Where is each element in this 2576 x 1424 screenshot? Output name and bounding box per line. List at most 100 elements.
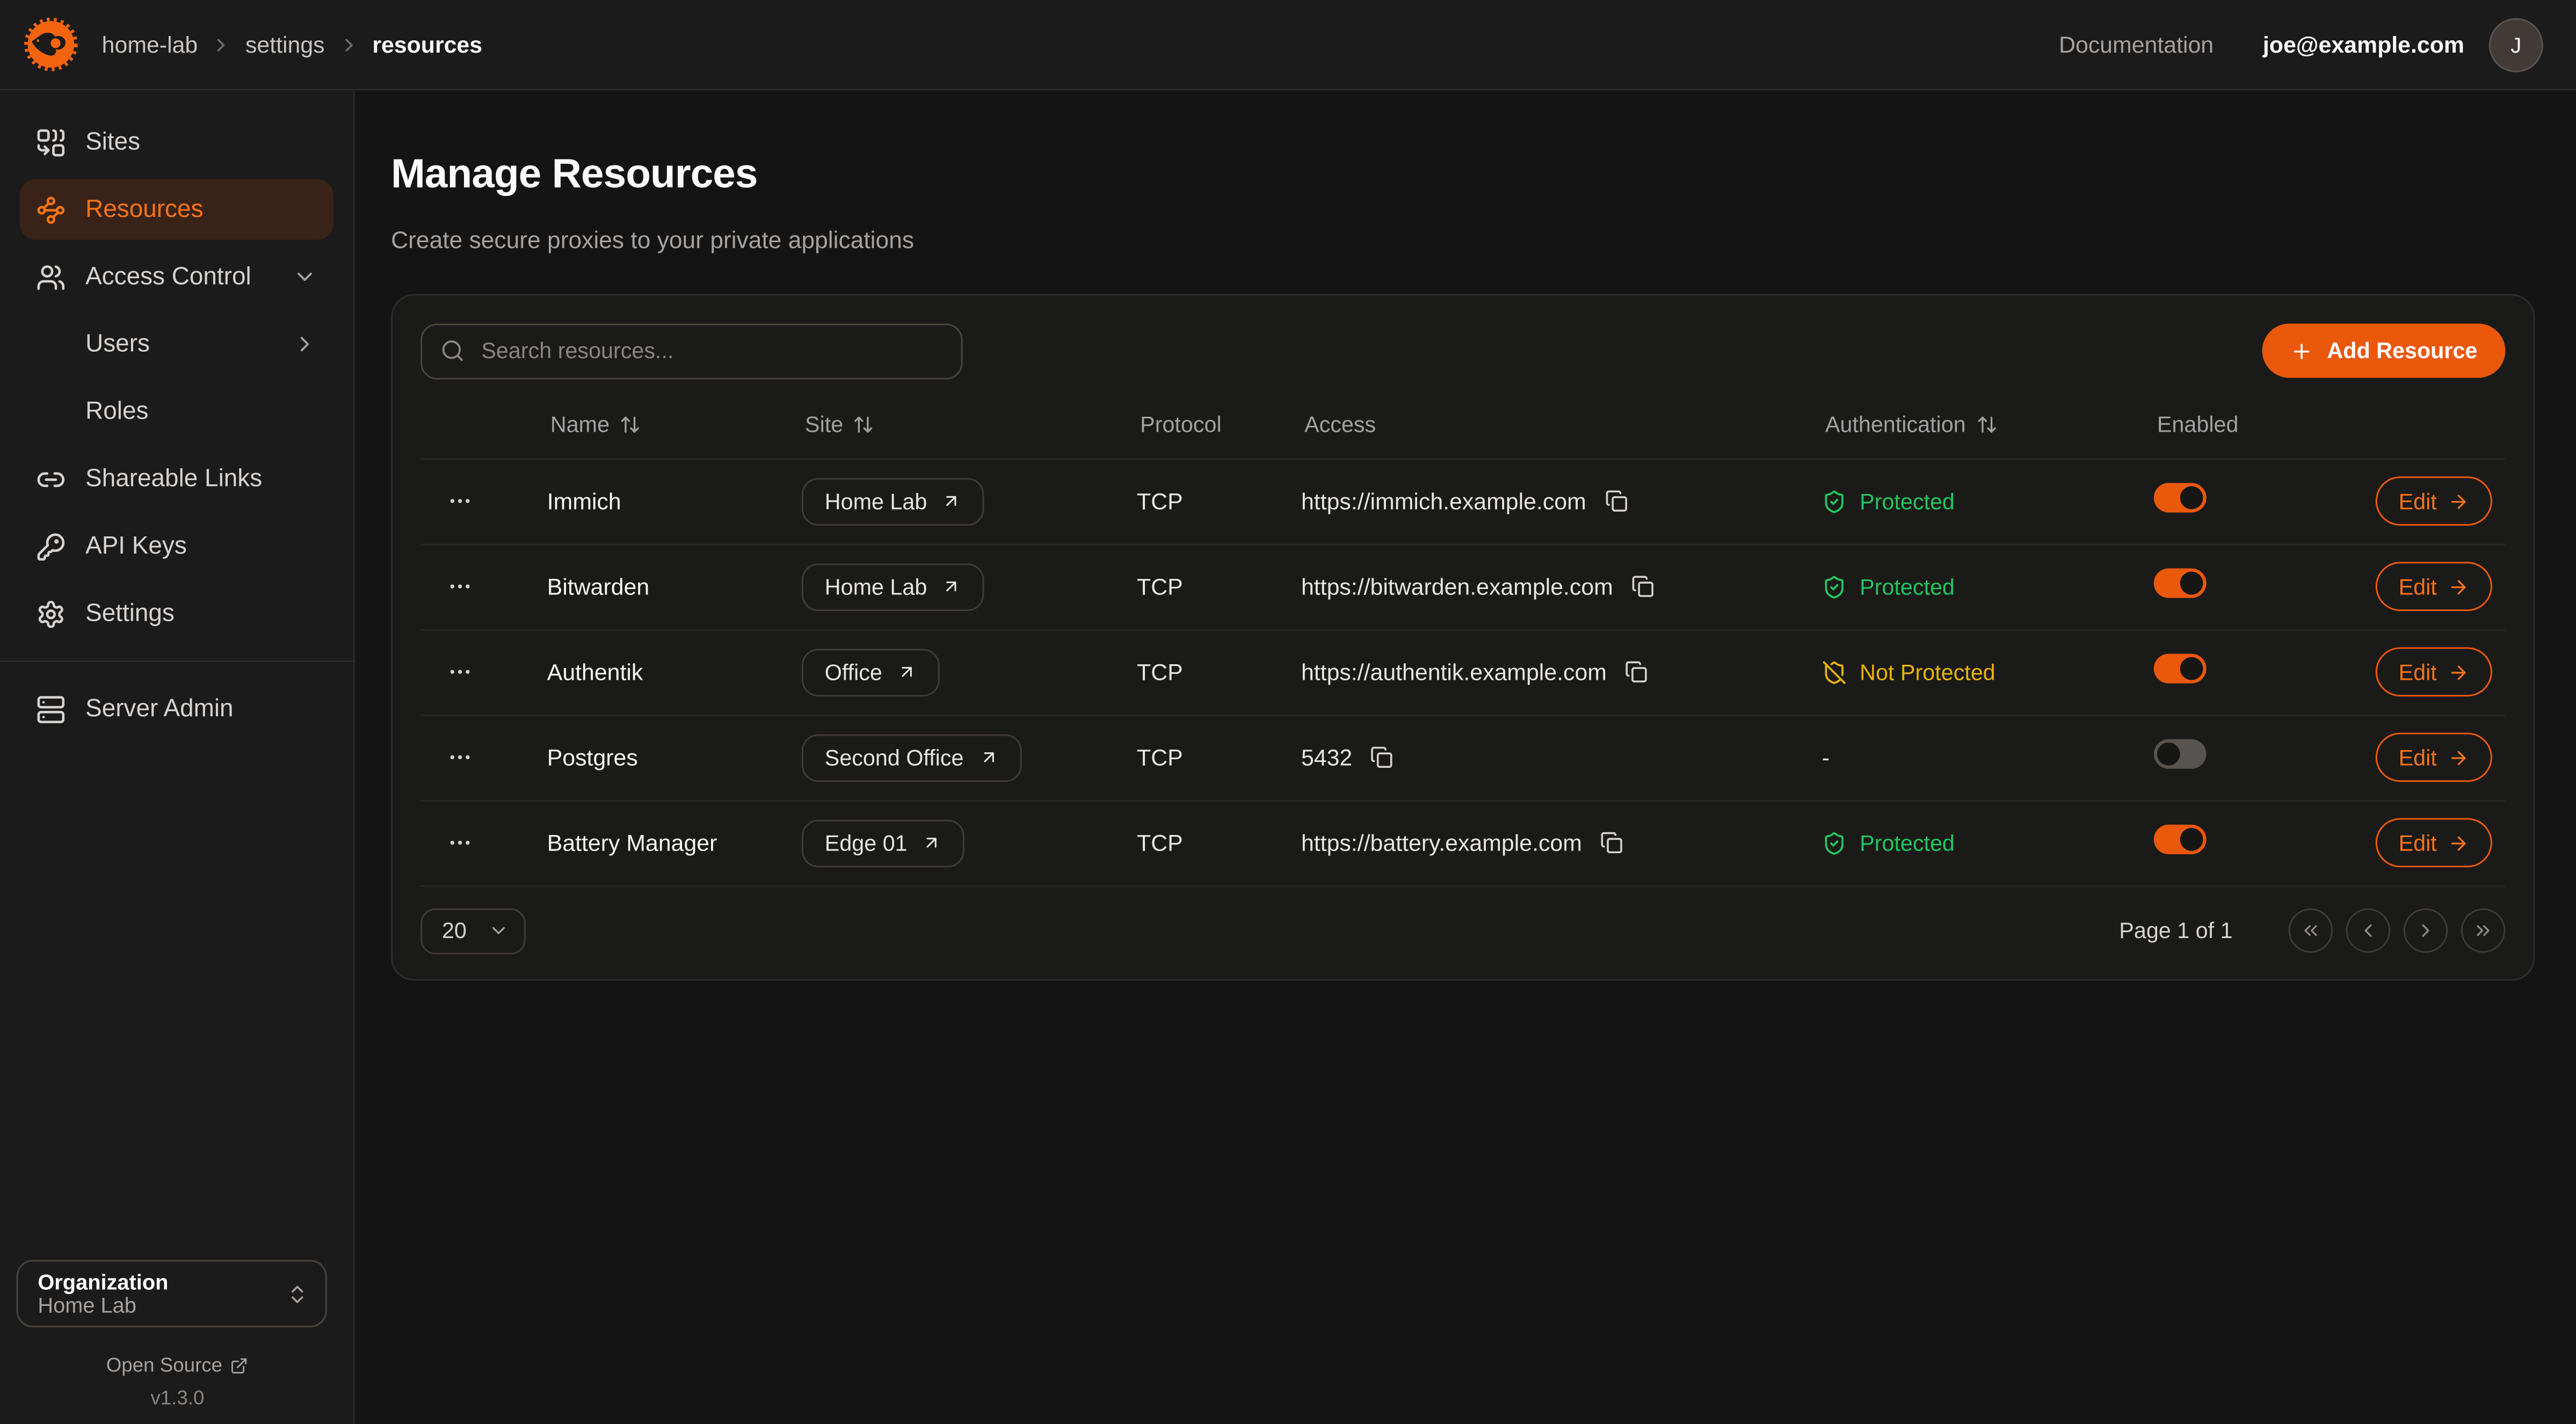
pagination: 20 Page 1 of 1 xyxy=(420,907,2505,954)
sidebar-item-users[interactable]: Users xyxy=(20,314,333,374)
resource-protocol: TCP xyxy=(1137,830,1301,856)
row-menu-button[interactable] xyxy=(420,573,547,600)
auth-status-badge: - xyxy=(1822,744,2154,771)
site-link-button[interactable]: Home Lab xyxy=(802,477,984,525)
copy-button[interactable] xyxy=(1370,746,1394,769)
chevron-right-icon xyxy=(211,34,233,55)
auth-status-badge: Protected xyxy=(1822,489,2154,513)
users-icon xyxy=(36,262,66,292)
column-header-name[interactable]: Name xyxy=(547,412,802,437)
site-link-button[interactable]: Home Lab xyxy=(802,563,984,611)
chevron-right-icon xyxy=(2415,920,2436,941)
resource-name: Immich xyxy=(547,488,802,514)
resource-name: Postgres xyxy=(547,744,802,771)
sidebar-item-label: Shareable Links xyxy=(85,465,262,493)
site-link-button[interactable]: Edge 01 xyxy=(802,819,965,867)
edit-button[interactable]: Edit xyxy=(2376,562,2493,611)
resources-card: Add Resource Name Site Protocol Access A… xyxy=(391,293,2535,980)
column-header-site[interactable]: Site xyxy=(802,412,1137,437)
row-menu-button[interactable] xyxy=(420,744,547,771)
sidebar-item-label: Roles xyxy=(85,397,148,425)
ellipsis-icon xyxy=(447,488,473,514)
sidebar-item-settings[interactable]: Settings xyxy=(20,583,333,644)
table-body: Immich Home Lab TCP https://immich.examp… xyxy=(420,457,2505,886)
last-page-button[interactable] xyxy=(2461,909,2506,953)
sidebar-item-label: Sites xyxy=(85,128,140,156)
table-row: Battery Manager Edge 01 TCP https://batt… xyxy=(420,799,2505,884)
page-size-value: 20 xyxy=(442,918,467,943)
sidebar-item-label: Settings xyxy=(85,600,175,628)
sidebar-divider xyxy=(0,660,353,662)
row-menu-button[interactable] xyxy=(420,830,547,856)
documentation-link[interactable]: Documentation xyxy=(2059,31,2214,57)
sort-icon xyxy=(1976,414,1997,435)
resource-name: Authentik xyxy=(547,659,802,685)
sidebar-item-server-admin[interactable]: Server Admin xyxy=(20,678,333,739)
copy-button[interactable] xyxy=(1600,831,1623,854)
copy-button[interactable] xyxy=(1604,490,1627,513)
resource-access-url[interactable]: https://immich.example.com xyxy=(1301,488,1586,514)
enabled-toggle[interactable] xyxy=(2154,824,2207,853)
add-resource-label: Add Resource xyxy=(2327,338,2477,363)
ellipsis-icon xyxy=(447,573,473,600)
page-size-select[interactable]: 20 xyxy=(420,907,526,954)
avatar[interactable]: J xyxy=(2489,17,2543,71)
chevron-right-icon xyxy=(293,332,317,357)
sidebar-item-sites[interactable]: Sites xyxy=(20,112,333,172)
add-resource-button[interactable]: Add Resource xyxy=(2263,324,2505,378)
breadcrumb: home-lab settings resources xyxy=(102,31,482,57)
enabled-toggle[interactable] xyxy=(2154,738,2207,768)
search-input[interactable] xyxy=(478,337,943,365)
arrow-right-icon xyxy=(2448,490,2470,512)
enabled-toggle[interactable] xyxy=(2154,653,2207,682)
avatar-initial: J xyxy=(2510,32,2521,57)
column-header-authentication[interactable]: Authentication xyxy=(1822,412,2154,437)
pangolin-logo-icon[interactable] xyxy=(23,17,79,72)
edit-button[interactable]: Edit xyxy=(2376,647,2493,696)
table-header: Name Site Protocol Access Authentication… xyxy=(420,392,2505,457)
organization-selector[interactable]: Organization Home Lab xyxy=(17,1260,327,1327)
copy-button[interactable] xyxy=(1631,575,1655,598)
column-header-access: Access xyxy=(1301,412,1822,437)
edit-button[interactable]: Edit xyxy=(2376,732,2493,782)
arrow-up-right-icon xyxy=(942,491,962,511)
copy-button[interactable] xyxy=(1625,660,1648,684)
site-link-button[interactable]: Second Office xyxy=(802,733,1021,781)
copy-icon xyxy=(1370,746,1394,769)
edit-button[interactable]: Edit xyxy=(2376,476,2493,526)
resource-protocol: TCP xyxy=(1137,488,1301,514)
row-menu-button[interactable] xyxy=(420,659,547,685)
ellipsis-icon xyxy=(447,659,473,685)
search-box xyxy=(420,323,963,379)
breadcrumb-settings[interactable]: settings xyxy=(245,31,325,57)
sidebar-item-roles[interactable]: Roles xyxy=(20,381,333,442)
top-bar: home-lab settings resources Documentatio… xyxy=(0,0,2576,90)
auth-status-badge: Not Protected xyxy=(1822,659,2154,684)
site-link-button[interactable]: Office xyxy=(802,648,940,696)
edit-button[interactable]: Edit xyxy=(2376,818,2493,868)
resource-access-port[interactable]: 5432 xyxy=(1301,744,1352,771)
enabled-toggle[interactable] xyxy=(2154,568,2207,597)
enabled-toggle[interactable] xyxy=(2154,482,2207,512)
resource-name: Battery Manager xyxy=(547,830,802,856)
resource-protocol: TCP xyxy=(1137,744,1301,771)
resource-access-url[interactable]: https://battery.example.com xyxy=(1301,830,1582,856)
user-email[interactable]: joe@example.com xyxy=(2263,31,2464,57)
chevron-down-icon xyxy=(293,265,317,289)
resource-protocol: TCP xyxy=(1137,573,1301,600)
previous-page-button[interactable] xyxy=(2346,909,2391,953)
breadcrumb-org[interactable]: home-lab xyxy=(102,31,198,57)
resource-access-url[interactable]: https://bitwarden.example.com xyxy=(1301,573,1613,600)
resource-access-url[interactable]: https://authentik.example.com xyxy=(1301,659,1607,685)
sidebar-item-api-keys[interactable]: API Keys xyxy=(20,516,333,577)
copy-icon xyxy=(1625,660,1648,684)
search-icon xyxy=(440,338,465,363)
row-menu-button[interactable] xyxy=(420,488,547,514)
sidebar-item-shareable-links[interactable]: Shareable Links xyxy=(20,448,333,509)
first-page-button[interactable] xyxy=(2289,909,2333,953)
sidebar-item-resources[interactable]: Resources xyxy=(20,179,333,239)
resource-name: Bitwarden xyxy=(547,573,802,600)
open-source-link[interactable]: Open Source xyxy=(0,1354,355,1377)
sidebar-item-access-control[interactable]: Access Control xyxy=(20,246,333,307)
next-page-button[interactable] xyxy=(2404,909,2448,953)
